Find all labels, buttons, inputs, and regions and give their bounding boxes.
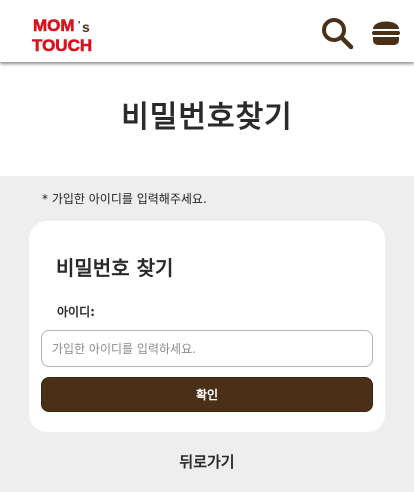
logo-graphic: MOM ' s TOUCH (32, 16, 93, 56)
menu-button[interactable] (370, 16, 402, 48)
search-button[interactable] (320, 16, 354, 50)
svg-text:': ' (78, 20, 80, 31)
card-title: 비밀번호 찾기 (56, 256, 174, 280)
svg-text:TOUCH: TOUCH (32, 36, 92, 54)
back-link[interactable]: 뒤로가기 (0, 452, 414, 472)
site-header: MOM ' s TOUCH (0, 0, 414, 62)
burger-menu-icon (372, 21, 400, 45)
page-title: 비밀번호찾기 (121, 100, 293, 135)
svg-text:MOM: MOM (33, 16, 75, 35)
moms-touch-logo[interactable]: MOM ' s TOUCH (32, 14, 98, 56)
id-input[interactable] (41, 330, 373, 367)
id-label: 아이디: (57, 305, 95, 319)
search-icon (322, 18, 354, 50)
svg-text:s: s (82, 19, 90, 35)
notice-text: * 가입한 아이디를 입력해주세요. (42, 192, 207, 206)
confirm-button[interactable]: 확인 (41, 377, 373, 412)
